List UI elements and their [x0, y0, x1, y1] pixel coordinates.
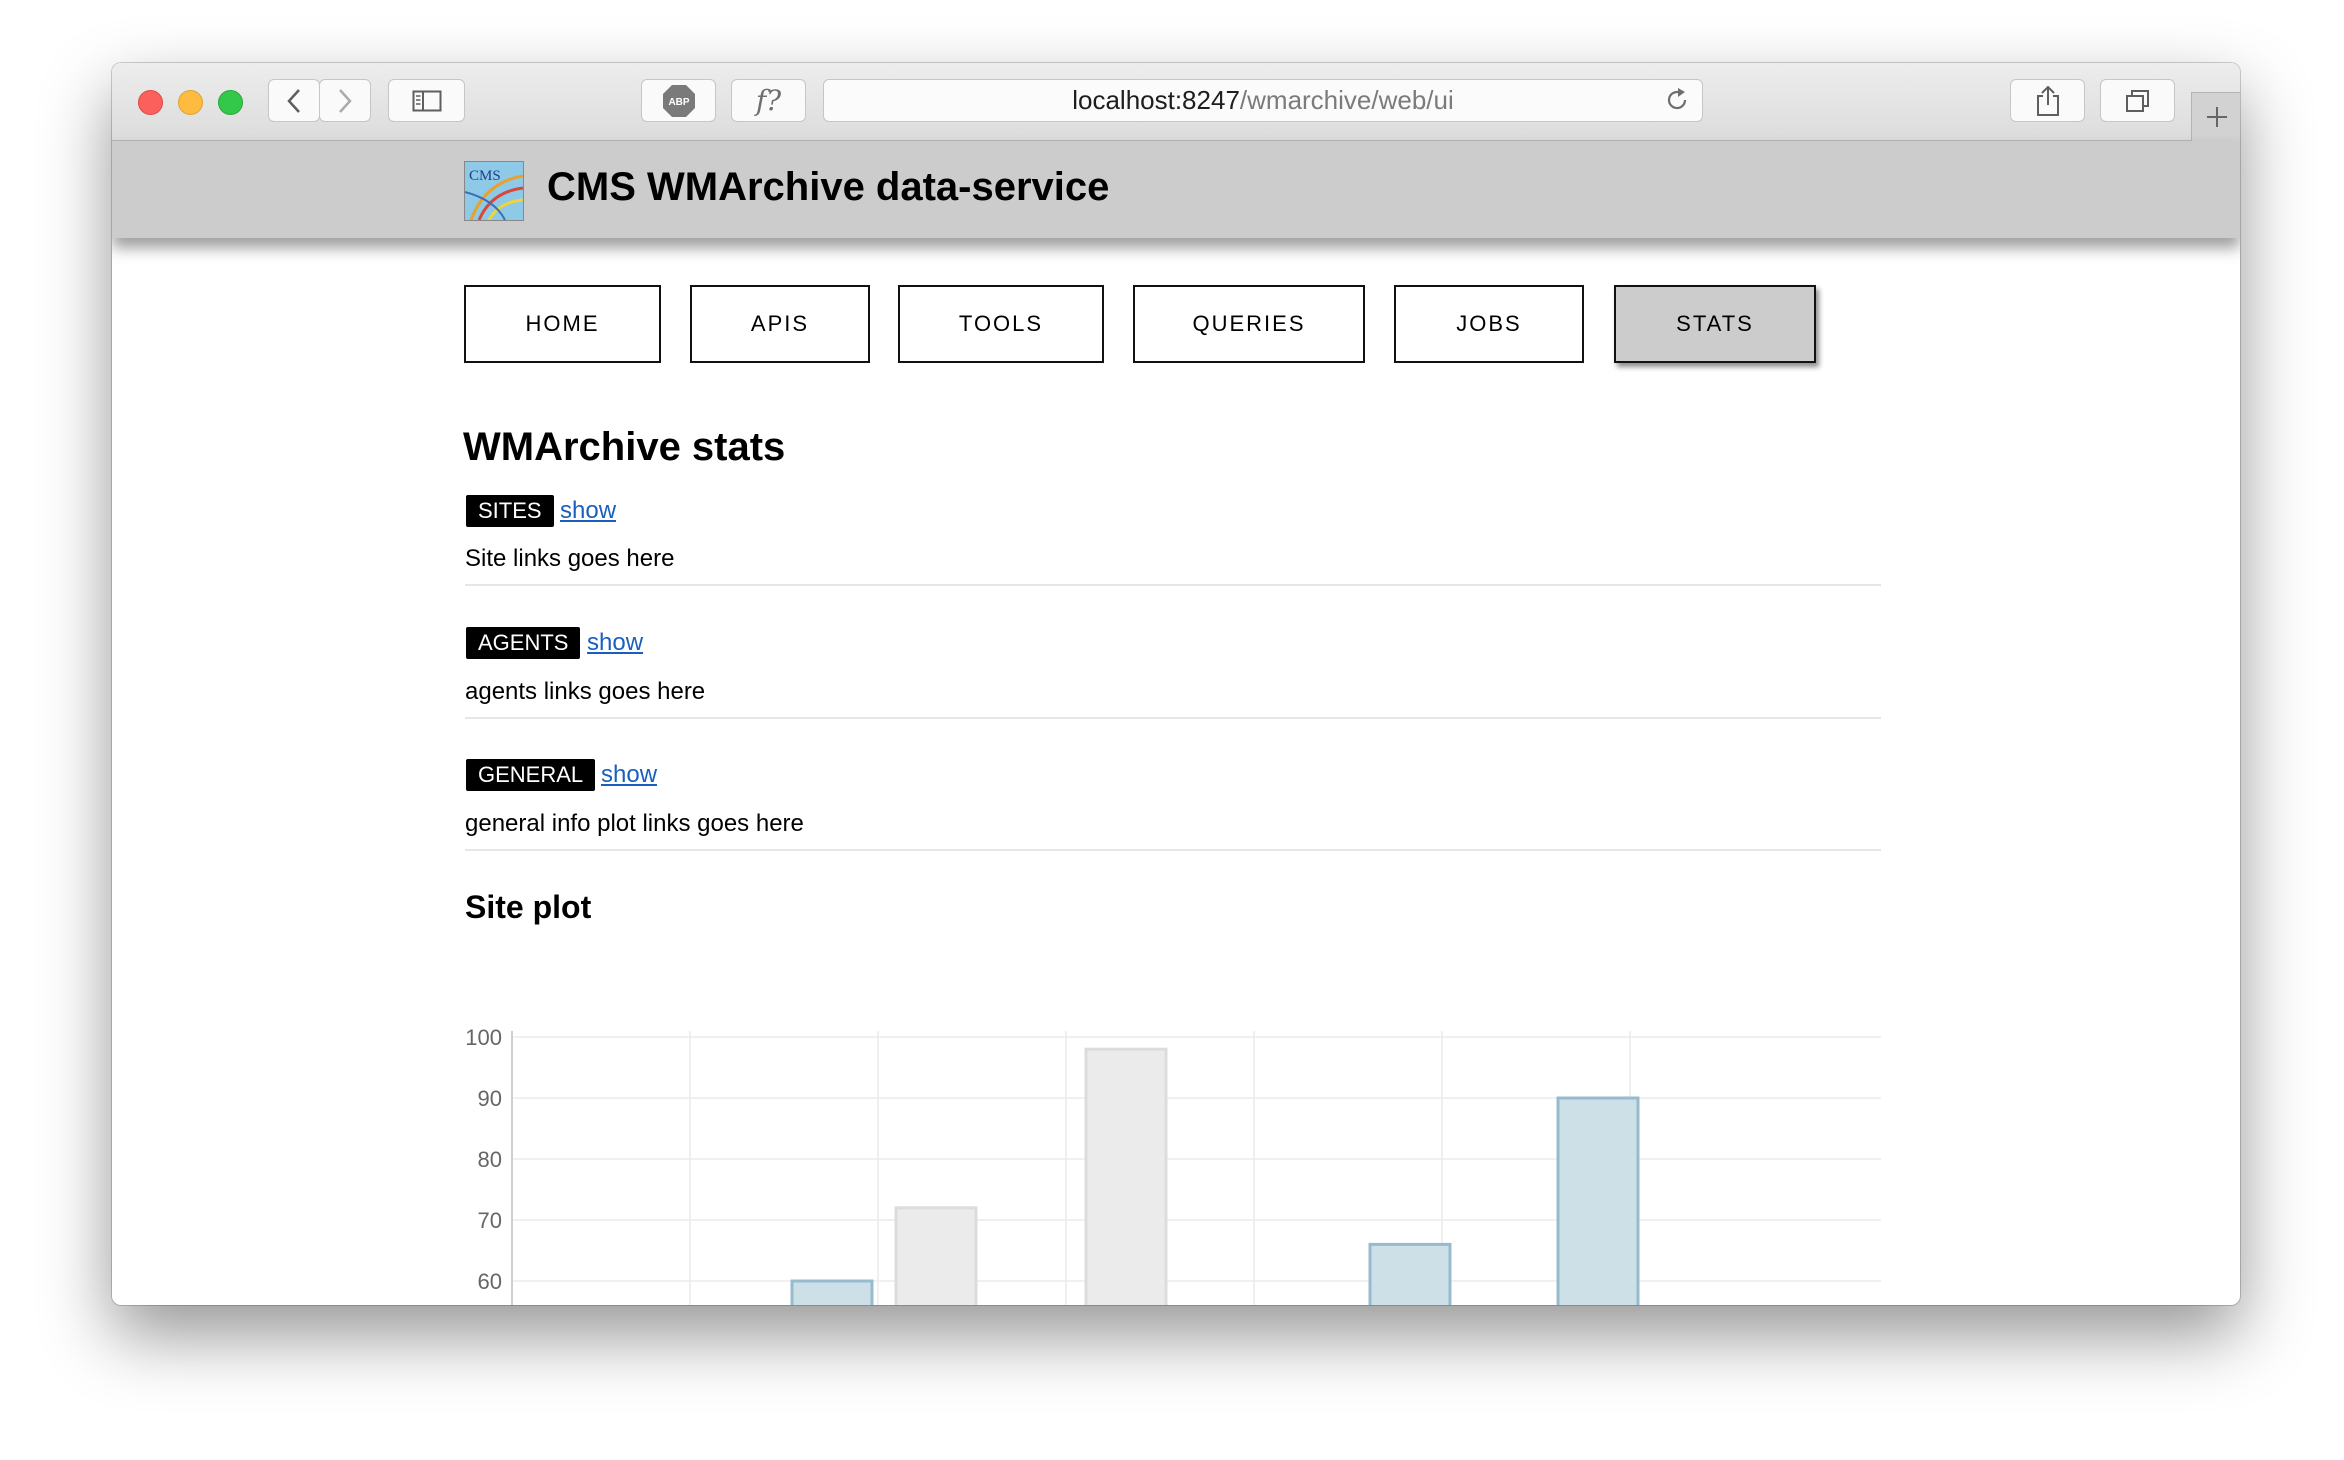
sidebar-icon	[412, 90, 441, 111]
reload-button[interactable]	[1664, 87, 1690, 120]
forward-icon	[339, 88, 352, 113]
sidebar-button[interactable]	[388, 79, 465, 122]
site-header: CMS CMS WMArchive data-service	[112, 141, 2240, 238]
adblock-button[interactable]: ABP	[641, 79, 716, 122]
site-plot-title: Site plot	[465, 889, 592, 925]
url-path: /wmarchive/web/ui	[1239, 85, 1454, 115]
address-bar[interactable]: localhost:8247/wmarchive/web/ui	[823, 79, 1703, 122]
browser-toolbar: ABP f? localhost:8247/wmarchive/web/ui	[112, 63, 2240, 141]
back-icon	[287, 88, 300, 113]
show-tabs-button[interactable]	[2100, 79, 2175, 122]
zoom-window-button[interactable]	[218, 90, 243, 115]
y-tick-label: 80	[478, 1147, 502, 1172]
nav-stats-button[interactable]: STATS	[1614, 285, 1816, 363]
page-title: WMArchive stats	[463, 425, 786, 469]
nav-jobs-button[interactable]: JOBS	[1394, 285, 1584, 363]
bar	[1368, 1242, 1452, 1305]
new-tab-button[interactable]	[2191, 92, 2240, 141]
svg-text:ABP: ABP	[668, 97, 689, 108]
site-plot-chart: 1009080706050	[465, 1025, 1881, 1305]
new-tab-icon	[2206, 107, 2227, 127]
bar	[894, 1206, 978, 1305]
minimize-window-button[interactable]	[178, 90, 203, 115]
sites-description: Site links goes here	[465, 545, 675, 572]
cms-logo: CMS	[464, 161, 524, 221]
divider	[465, 717, 1881, 719]
sites-badge: SITES	[466, 495, 554, 527]
divider	[465, 849, 1881, 851]
nav-queries-button[interactable]: QUERIES	[1133, 285, 1365, 363]
formula-icon: f?	[755, 84, 782, 117]
share-icon	[2036, 85, 2059, 116]
nav-tools-button[interactable]: TOOLS	[898, 285, 1104, 363]
back-button[interactable]	[268, 79, 320, 122]
general-badge: GENERAL	[466, 759, 596, 791]
agents-description: agents links goes here	[465, 678, 706, 705]
forward-button[interactable]	[319, 79, 371, 122]
formula-extension-button[interactable]: f?	[731, 79, 806, 122]
tabs-icon	[2125, 89, 2149, 112]
close-window-button[interactable]	[138, 90, 163, 115]
browser-window: ABP f? localhost:8247/wmarchive/web/ui C…	[112, 63, 2240, 1305]
y-tick-label: 70	[478, 1208, 502, 1233]
url-host: localhost:8247	[1072, 85, 1240, 115]
bar	[790, 1279, 874, 1305]
bar	[1556, 1096, 1640, 1305]
site-title: CMS WMArchive data-service	[547, 165, 1110, 209]
y-tick-label: 60	[478, 1269, 502, 1294]
nav-apis-button[interactable]: APIS	[690, 285, 870, 363]
agents-show-link[interactable]: show	[587, 629, 643, 657]
general-description: general info plot links goes here	[465, 810, 804, 837]
y-tick-label: 90	[478, 1086, 502, 1111]
reload-icon	[1667, 88, 1687, 110]
nav-home-button[interactable]: HOME	[464, 285, 661, 363]
bar	[1084, 1047, 1168, 1305]
share-button[interactable]	[2010, 79, 2085, 122]
sites-show-link[interactable]: show	[560, 497, 616, 525]
general-show-link[interactable]: show	[601, 761, 657, 789]
divider	[465, 584, 1881, 586]
adblock-icon: ABP	[662, 84, 695, 117]
y-tick-label: 100	[465, 1025, 502, 1050]
svg-text:CMS: CMS	[469, 168, 501, 184]
agents-badge: AGENTS	[466, 627, 581, 659]
